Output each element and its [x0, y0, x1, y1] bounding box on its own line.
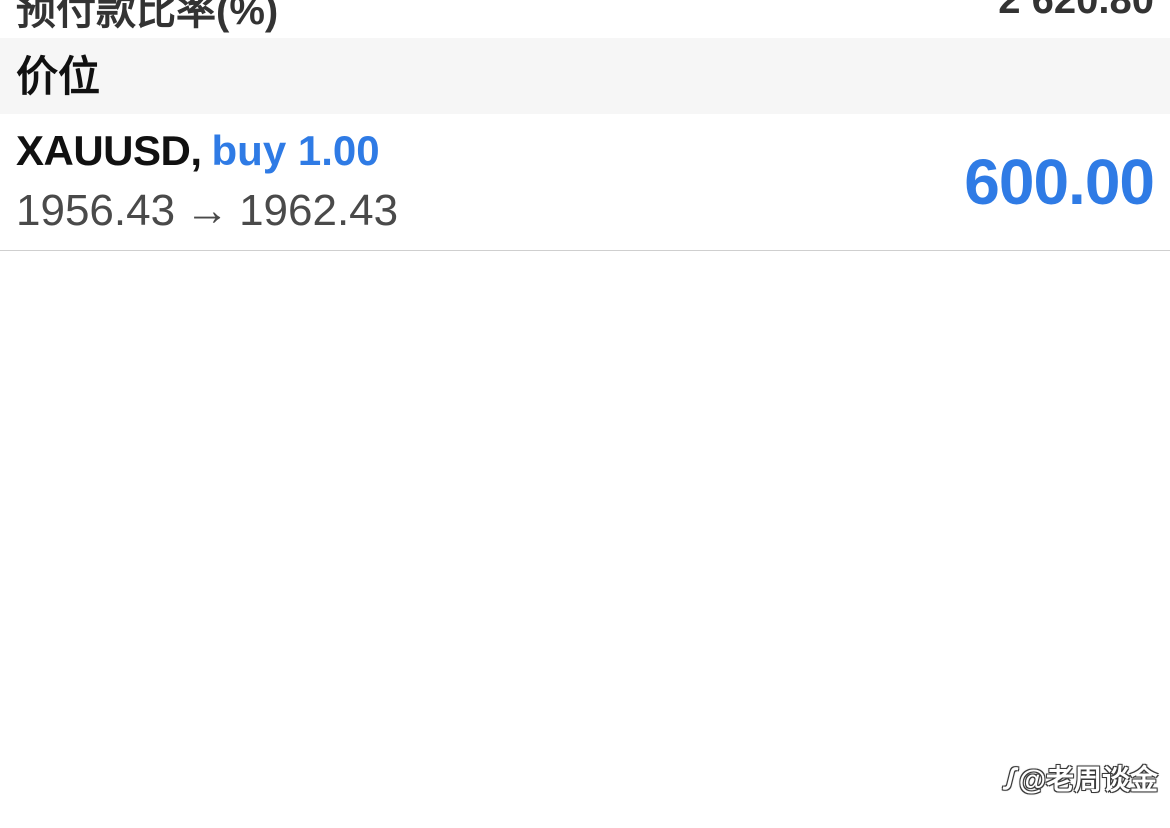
app-screen: 预付款比率(%) 2 620.80 价位 XAUUSD, buy 1.00 195…: [0, 0, 1170, 828]
watermark: ꭍ @老周谈金: [1003, 758, 1158, 798]
margin-level-value: 2 620.80: [998, 0, 1154, 22]
section-header-positions: 价位: [0, 38, 1170, 114]
open-price: 1956.43: [16, 186, 176, 235]
watermark-logo-icon: ꭍ: [1002, 764, 1013, 795]
position-symbol: XAUUSD,: [16, 127, 202, 174]
position-summary: XAUUSD, buy 1.00: [16, 128, 380, 174]
current-price: 1962.43: [239, 186, 399, 235]
margin-level-label: 预付款比率(%): [16, 0, 279, 33]
section-title: 价位: [16, 53, 101, 100]
position-trade: buy 1.00: [211, 127, 380, 174]
margin-level-row: 预付款比率(%) 2 620.80: [0, 0, 1170, 38]
position-row[interactable]: XAUUSD, buy 1.00 1956.43 → 1962.43 600.00: [0, 114, 1170, 251]
arrow-right-icon: →: [185, 186, 230, 235]
watermark-text: @老周谈金: [1018, 764, 1158, 795]
position-profit: 600.00: [964, 146, 1155, 218]
position-prices: 1956.43 → 1962.43: [16, 186, 398, 236]
